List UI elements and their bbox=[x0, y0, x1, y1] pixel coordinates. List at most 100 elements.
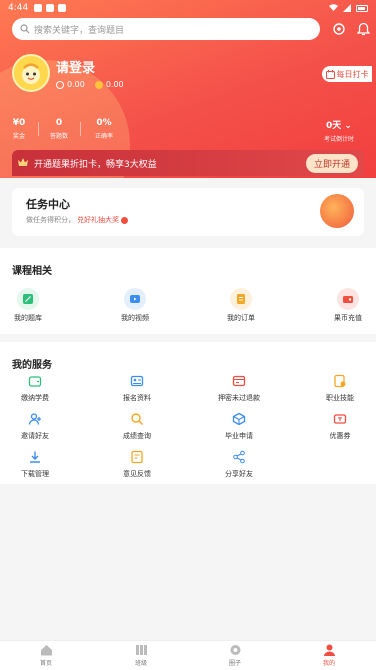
refund-icon bbox=[230, 372, 248, 390]
services-section: 我的服务 缴纳学费 报名资料 押密未过退款 职业技能 邀请好友 成绩查询 毕业申… bbox=[0, 342, 376, 484]
vip-banner[interactable]: 开通题果折扣卡，畅享3大权益 立即开通 bbox=[12, 150, 364, 176]
service-item-score-search[interactable]: 成绩查询 bbox=[102, 410, 172, 441]
notification-icon bbox=[34, 4, 43, 12]
login-label[interactable]: 请登录 bbox=[56, 57, 95, 76]
stat-answered[interactable]: 0 答题数 bbox=[45, 118, 73, 140]
vip-open-button[interactable]: 立即开通 bbox=[305, 153, 358, 173]
service-item-registration[interactable]: 报名资料 bbox=[102, 372, 172, 403]
stat-label: 考试倒计时 bbox=[323, 136, 354, 143]
service-item-label: 下载管理 bbox=[21, 470, 49, 478]
tab-label: 班级 bbox=[134, 660, 147, 667]
battery-icon bbox=[356, 4, 368, 12]
crown-icon bbox=[18, 158, 28, 166]
course-item-label: 果币充值 bbox=[334, 314, 362, 322]
task-desc-row: 做任务得积分， 兑好礼抽大奖 bbox=[26, 215, 128, 225]
home-icon bbox=[39, 643, 53, 656]
stat-value: 0% bbox=[96, 118, 112, 128]
course-item-question-bank[interactable]: 我的题库 bbox=[0, 288, 63, 323]
course-item-video[interactable]: 我的视频 bbox=[100, 288, 170, 323]
service-item-label: 邀请好友 bbox=[21, 432, 49, 440]
gold-coin-icon bbox=[94, 80, 103, 89]
score-search-icon bbox=[128, 410, 146, 428]
circle-icon bbox=[228, 643, 242, 656]
stat-countdown[interactable]: 0天 ⌄ 考试倒计时 bbox=[316, 118, 362, 143]
avatar[interactable] bbox=[12, 54, 50, 92]
status-bar: 4:44 bbox=[0, 0, 376, 16]
service-item-label: 押密未过退款 bbox=[218, 394, 260, 402]
coin-balance-1: 0.00 bbox=[56, 80, 85, 89]
service-item-label: 分享好友 bbox=[225, 470, 253, 478]
avatar-face-icon bbox=[22, 63, 40, 84]
status-time: 4:44 bbox=[8, 3, 29, 13]
service-item-skills[interactable]: 职业技能 bbox=[305, 372, 375, 403]
skill-icon bbox=[331, 372, 349, 390]
question-bank-icon bbox=[17, 288, 39, 310]
tab-circle[interactable]: 圈子 bbox=[205, 643, 265, 667]
coin2-value: 0.00 bbox=[105, 80, 124, 89]
stat-label: 奖金 bbox=[12, 133, 25, 140]
bell-icon[interactable] bbox=[354, 20, 372, 38]
service-item-label: 成绩查询 bbox=[123, 432, 151, 440]
video-icon bbox=[124, 288, 146, 310]
task-title: 任务中心 bbox=[26, 198, 70, 211]
graduation-icon bbox=[230, 410, 248, 428]
stat-value: 0天 ⌄ bbox=[316, 118, 362, 131]
course-item-label: 我的视频 bbox=[121, 314, 149, 322]
calendar-icon bbox=[325, 69, 335, 79]
service-item-coupon[interactable]: 优惠券 bbox=[305, 410, 375, 441]
services-section-title: 我的服务 bbox=[12, 360, 52, 371]
service-item-share[interactable]: 分享好友 bbox=[204, 448, 274, 479]
service-item-invite[interactable]: 邀请好友 bbox=[0, 410, 70, 441]
service-item-label: 报名资料 bbox=[123, 394, 151, 402]
order-icon bbox=[230, 288, 252, 310]
service-item-downloads[interactable]: 下载管理 bbox=[0, 448, 70, 479]
stat-divider bbox=[80, 122, 81, 136]
search-input[interactable]: 搜索关键字，查询题目 bbox=[34, 23, 124, 36]
search-icon bbox=[20, 24, 30, 34]
task-desc: 做任务得积分， bbox=[26, 216, 75, 224]
service-item-label: 优惠券 bbox=[329, 432, 351, 440]
course-section-title: 课程相关 bbox=[12, 266, 52, 277]
arrow-right-icon bbox=[121, 216, 128, 224]
service-item-label: 缴纳学费 bbox=[21, 394, 49, 402]
class-icon bbox=[134, 643, 148, 656]
invite-icon bbox=[26, 410, 44, 428]
service-item-graduation[interactable]: 毕业申请 bbox=[204, 410, 274, 441]
service-item-tuition[interactable]: 缴纳学费 bbox=[0, 372, 70, 403]
notification-icon bbox=[58, 4, 67, 12]
service-item-refund[interactable]: 押密未过退款 bbox=[204, 372, 274, 403]
tab-class[interactable]: 班级 bbox=[111, 643, 171, 667]
stat-accuracy[interactable]: 0% 正确率 bbox=[90, 118, 118, 140]
status-notification-icons bbox=[34, 4, 67, 12]
task-center-card[interactable]: 任务中心 做任务得积分， 兑好礼抽大奖 bbox=[12, 188, 364, 236]
status-system-icons bbox=[329, 4, 368, 12]
course-item-order[interactable]: 我的订单 bbox=[206, 288, 276, 323]
profile-card-icon bbox=[128, 372, 146, 390]
coin1-value: 0.00 bbox=[67, 80, 85, 89]
coin-balances: 0.00 0.00 bbox=[56, 80, 124, 89]
notification-icon bbox=[46, 4, 55, 12]
vip-text: 开通题果折扣卡，畅享3大权益 bbox=[34, 159, 157, 170]
stat-bonus[interactable]: ¥0 奖金 bbox=[6, 118, 32, 140]
coin-balance-2: 0.00 bbox=[94, 80, 124, 89]
wifi-icon bbox=[329, 4, 338, 11]
settings-icon[interactable] bbox=[330, 20, 348, 38]
search-bar[interactable]: 搜索关键字，查询题目 bbox=[12, 18, 320, 40]
daily-checkin-button[interactable]: 每日打卡 bbox=[322, 66, 372, 82]
stat-label: 正确率 bbox=[94, 133, 113, 140]
checkin-label: 每日打卡 bbox=[336, 69, 369, 79]
download-icon bbox=[26, 448, 44, 466]
profile-header: 4:44 搜索关键字，查询题目 请登录 0.00 0.00 每日打卡 ¥0 奖金 bbox=[0, 0, 376, 178]
profile-icon bbox=[322, 643, 336, 656]
bottom-tab-bar: 首页 班级 圈子 我的 bbox=[0, 640, 376, 670]
task-link[interactable]: 兑好礼抽大奖 bbox=[77, 215, 119, 225]
service-item-feedback[interactable]: 意见反馈 bbox=[102, 448, 172, 479]
task-hand-icon bbox=[320, 194, 354, 228]
tab-profile[interactable]: 我的 bbox=[299, 643, 359, 667]
stat-value: ¥0 bbox=[12, 118, 26, 128]
tab-label: 圈子 bbox=[228, 660, 241, 667]
coin-recharge-icon bbox=[337, 288, 359, 310]
tab-home[interactable]: 首页 bbox=[16, 643, 76, 667]
course-item-coin-recharge[interactable]: 果币充值 bbox=[313, 288, 376, 323]
course-item-label: 我的订单 bbox=[227, 314, 255, 322]
